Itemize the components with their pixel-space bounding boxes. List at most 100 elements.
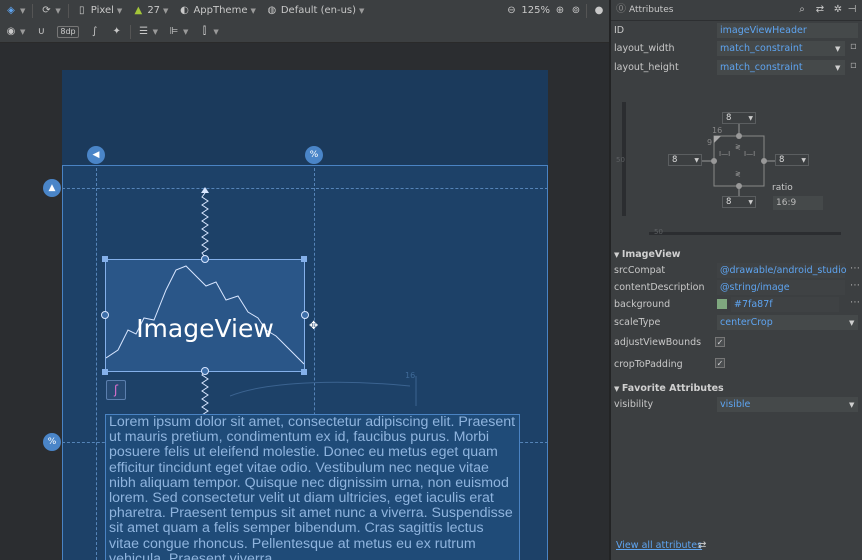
attr-row-layout-width: layout_width match_constraint ▼ ▫	[611, 40, 862, 58]
svg-text:≷: ≷	[735, 170, 741, 178]
adjust-view-bounds-checkbox[interactable]: ✓	[715, 337, 725, 347]
zoom-out-icon: ⊖	[507, 4, 516, 16]
anchor-top[interactable]	[201, 255, 209, 263]
more-icon[interactable]: ⋯	[850, 263, 860, 274]
id-field[interactable]: imageViewHeader	[717, 23, 858, 38]
aspect-ratio-icon[interactable]: ʃ	[106, 380, 126, 400]
horizontal-bias-slider[interactable]	[649, 232, 841, 235]
zoom-in-button[interactable]: ⊕	[552, 0, 568, 21]
attributes-header: ⓪ Attributes ⌕ ⇄ ✲ ⊣	[611, 0, 862, 21]
api-label: 27	[147, 5, 161, 16]
margin-top-select[interactable]: 8 ▼	[722, 112, 756, 124]
eye-icon: ◉	[6, 25, 16, 37]
design-canvas[interactable]: ◀ % ▲ % ImageView ✥ ʃ 16 Lorem ipsum dol…	[0, 43, 609, 560]
imageview-section-header[interactable]: ▼ ImageView	[614, 249, 681, 260]
magic-wand-icon: ✦	[112, 25, 121, 37]
attr-row-crop-to-padding: cropToPadding ✓	[611, 356, 862, 374]
android-icon: ▲	[134, 4, 143, 16]
pack-menu[interactable]: ⫿ ▼	[193, 21, 223, 42]
default-margin-badge: 8dp	[57, 25, 79, 38]
favorites-section-header[interactable]: ▼ Favorite Attributes	[614, 383, 724, 394]
swap-icon[interactable]: ⇄	[814, 4, 826, 16]
locale-menu[interactable]: ◍ Default (en-us) ▼	[261, 0, 370, 21]
attributes-title: Attributes	[629, 5, 674, 15]
vertical-guideline-percent[interactable]: %	[305, 146, 323, 164]
rotate-icon: ⟳	[42, 4, 51, 16]
anchor-bottom[interactable]	[201, 367, 209, 375]
margin-left-select[interactable]: 8 ▼	[668, 154, 702, 166]
resize-handle-top-right[interactable]	[301, 256, 307, 262]
more-icon[interactable]: ▫	[850, 41, 857, 52]
info-icon: ⓪	[616, 4, 626, 15]
magnet-icon: ∪	[37, 25, 46, 37]
view-all-attributes-link[interactable]: View all attributes	[616, 540, 702, 551]
clear-constraints-button[interactable]: ∫	[84, 21, 106, 42]
clear-constraints-icon: ∫	[92, 25, 98, 37]
more-icon[interactable]: ⋯	[850, 297, 860, 308]
ratio-field[interactable]: 16:9	[773, 196, 823, 210]
srccompat-label: srcCompat	[614, 265, 666, 276]
anchor-right[interactable]	[301, 311, 309, 319]
view-options-menu[interactable]: ◉ ▼	[0, 21, 30, 42]
horizontal-bias-value: 50	[654, 228, 663, 236]
vertical-guideline-toggle[interactable]: ◀	[87, 146, 105, 164]
background-field[interactable]: #7fa87f	[731, 297, 839, 312]
layout-width-select[interactable]: match_constraint	[717, 41, 845, 56]
id-label: ID	[614, 25, 625, 36]
gear-icon[interactable]: ✲	[832, 4, 844, 16]
resize-handle-bottom-right[interactable]	[301, 369, 307, 375]
ratio-label: ratio	[772, 183, 793, 193]
vertical-bias-value: 50	[616, 156, 625, 164]
swap-icon[interactable]: ⇄	[698, 540, 706, 551]
horizontal-guideline-toggle[interactable]: ▲	[43, 179, 61, 197]
device-menu[interactable]: ▯ Pixel ▼	[71, 0, 128, 21]
text-view-widget[interactable]: Lorem ipsum dolor sit amet, consectetur …	[105, 414, 520, 560]
warnings-button[interactable]: ●	[589, 0, 609, 21]
content-description-field[interactable]: @string/image	[717, 280, 845, 295]
locale-label: Default (en-us)	[280, 5, 357, 16]
move-cursor-icon: ✥	[309, 319, 319, 332]
margin-right-select[interactable]: 8 ▼	[775, 154, 809, 166]
chevron-down-icon: ▼	[835, 64, 841, 72]
margin-bottom-select[interactable]: 8 ▼	[722, 196, 756, 208]
zoom-level: 125%	[521, 5, 550, 16]
theme-icon: ◐	[180, 4, 189, 16]
image-view-label: ImageView	[136, 314, 274, 343]
srccompat-field[interactable]: @drawable/android_studio	[717, 263, 847, 278]
scaletype-select[interactable]: centerCrop	[717, 315, 858, 330]
crop-to-padding-checkbox[interactable]: ✓	[715, 358, 725, 368]
guidelines-icon: ☰	[139, 25, 149, 37]
guidelines-menu[interactable]: ☰ ▼	[133, 21, 163, 42]
more-icon[interactable]: ⋯	[850, 280, 860, 291]
resize-handle-bottom-left[interactable]	[102, 369, 108, 375]
zoom-fit-button[interactable]: ⊚	[568, 0, 584, 21]
resize-handle-top-left[interactable]	[102, 256, 108, 262]
zoom-out-button[interactable]: ⊖	[503, 0, 519, 21]
search-icon[interactable]: ⌕	[796, 4, 808, 16]
attr-row-visibility: visibility visible ▼	[611, 396, 862, 414]
autoconnect-button[interactable]: ∪	[30, 21, 52, 42]
constraint-bias-16: 16	[712, 126, 723, 135]
attr-row-content-description: contentDescription @string/image ⋯	[611, 279, 862, 297]
svg-text:I—I: I—I	[744, 150, 755, 158]
align-menu[interactable]: ⊫ ▼	[163, 21, 193, 42]
layout-width-label: layout_width	[614, 43, 675, 54]
background-swatch[interactable]	[717, 299, 727, 309]
orientation-menu[interactable]: ⟳ ▼	[35, 0, 65, 21]
guide-line-vertical-left	[96, 168, 97, 560]
default-margin-button[interactable]: 8dp	[52, 21, 83, 42]
attr-row-background: background #7fa87f ⋯	[611, 296, 862, 314]
more-icon[interactable]: ▫	[850, 60, 857, 71]
infer-constraints-button[interactable]: ✦	[106, 21, 128, 42]
anchor-left[interactable]	[101, 311, 109, 319]
hide-icon[interactable]: ⊣	[846, 4, 858, 16]
layout-height-select[interactable]: match_constraint	[717, 60, 845, 75]
image-view-widget[interactable]: ImageView	[105, 259, 305, 372]
theme-menu[interactable]: ◐ AppTheme ▼	[173, 0, 260, 21]
visibility-select[interactable]: visible	[717, 397, 858, 412]
horizontal-guideline-percent[interactable]: %	[43, 433, 61, 451]
layers-menu[interactable]: ◈ ▼	[0, 0, 30, 21]
api-menu[interactable]: ▲ 27 ▼	[127, 0, 173, 21]
lorem-text: Lorem ipsum dolor sit amet, consectetur …	[109, 414, 516, 560]
vertical-pack-icon: ⫿	[202, 25, 207, 37]
